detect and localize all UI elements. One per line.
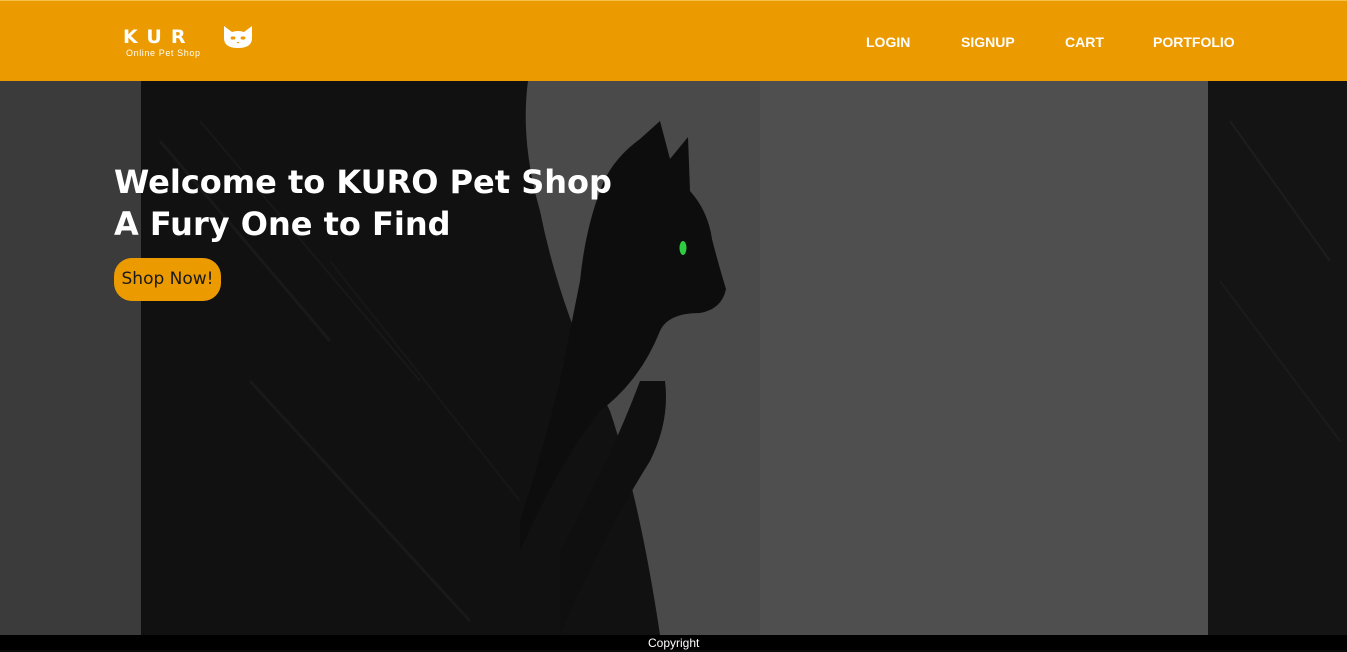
- nav-link-portfolio[interactable]: PORTFOLIO: [1153, 34, 1235, 50]
- copyright-text: Copyright: [648, 636, 700, 650]
- top-navbar: KUR Online Pet Shop LOGIN SIGNUP CART PO…: [0, 0, 1347, 81]
- logo-subtitle: Online Pet Shop: [126, 48, 201, 58]
- hero-headline-line-2: A Fury One to Find: [114, 205, 451, 243]
- footer: Copyright: [0, 635, 1347, 650]
- hero-headline: Welcome to KURO Pet Shop A Fury One to F…: [114, 161, 612, 245]
- cat-head-icon: [224, 26, 252, 48]
- nav-link-cart[interactable]: CART: [1065, 34, 1104, 50]
- shop-now-button[interactable]: Shop Now!: [114, 258, 221, 301]
- hero-headline-line-1: Welcome to KURO Pet Shop: [114, 163, 612, 201]
- hero-banner: Welcome to KURO Pet Shop A Fury One to F…: [0, 81, 1347, 635]
- site-logo[interactable]: KUR Online Pet Shop: [123, 25, 263, 61]
- nav-link-login[interactable]: LOGIN: [866, 34, 910, 50]
- logo-wordmark: KUR: [123, 26, 195, 48]
- nav-link-signup[interactable]: SIGNUP: [961, 34, 1015, 50]
